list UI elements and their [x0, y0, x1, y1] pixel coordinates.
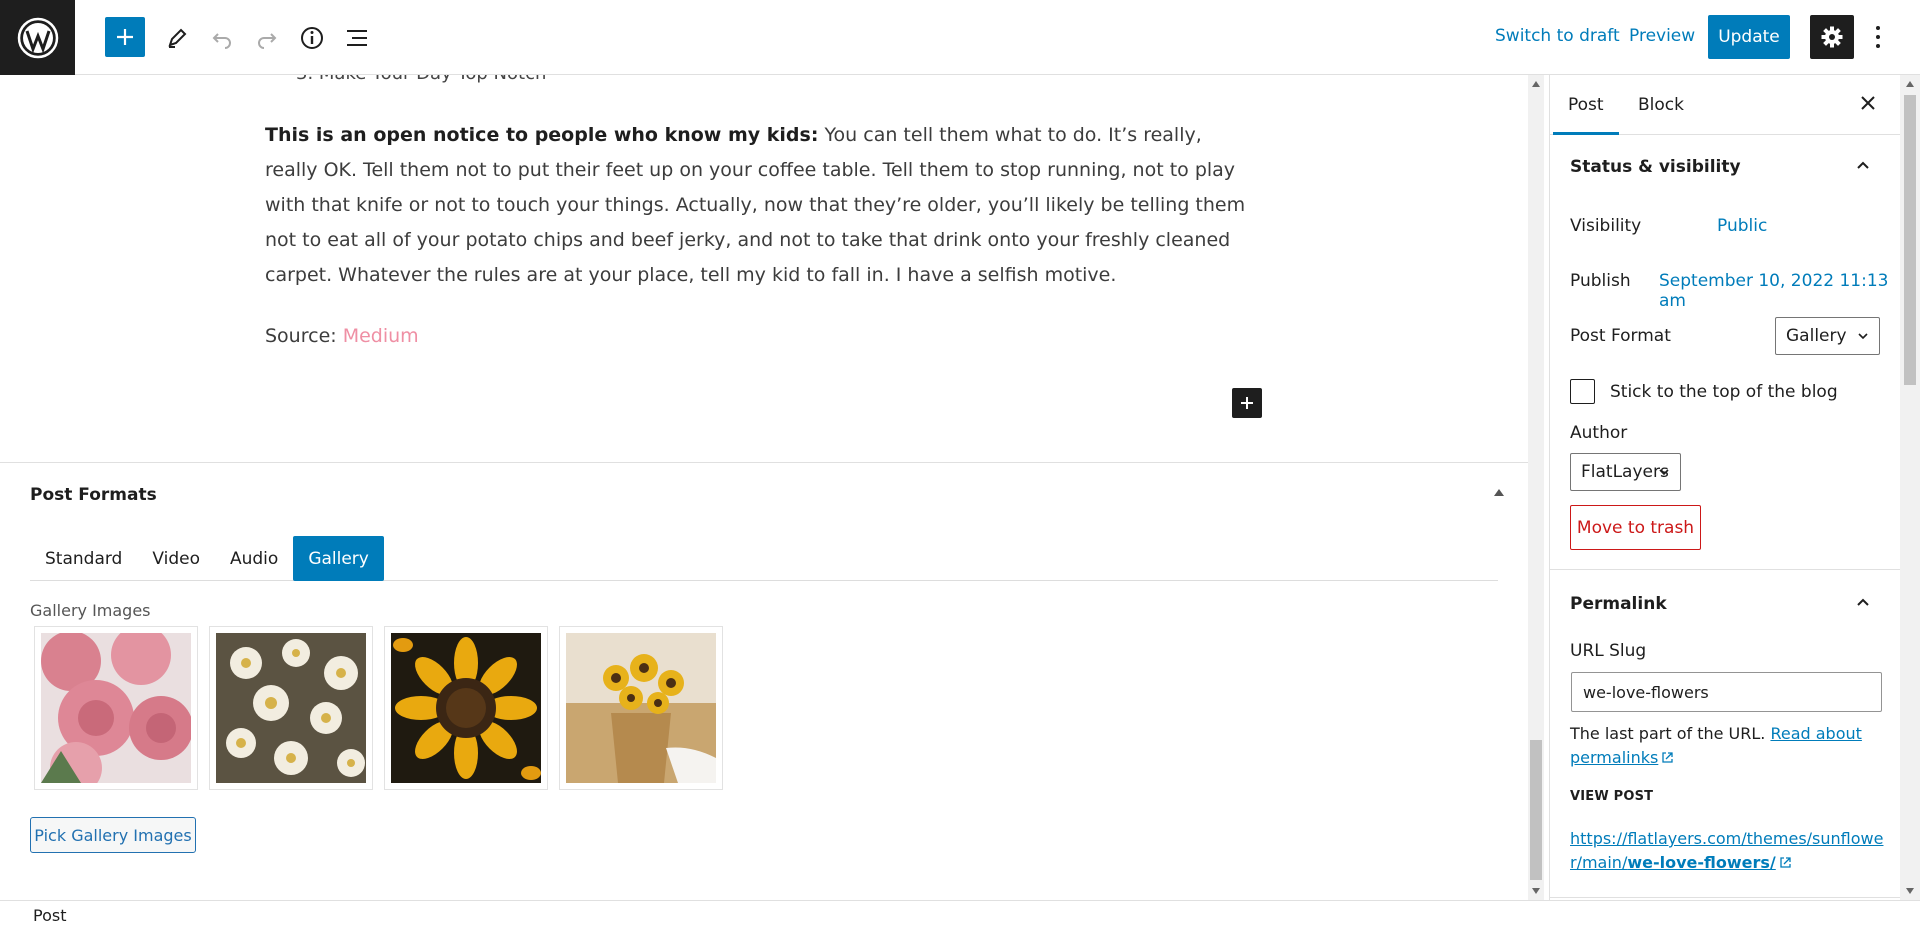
gallery-thumbnail-white-daisies[interactable]	[209, 626, 373, 790]
gallery-thumbnail-pink-roses[interactable]	[34, 626, 198, 790]
chevron-up-icon[interactable]	[1857, 597, 1869, 609]
tab-video[interactable]: Video	[137, 536, 215, 581]
view-post-link[interactable]: https://flatlayers.com/themes/sunflower/…	[1570, 827, 1890, 875]
close-icon	[1861, 96, 1875, 110]
paragraph-bold-lead: This is an open notice to people who kno…	[265, 124, 819, 146]
close-sidebar-button[interactable]	[1856, 91, 1880, 115]
scroll-up-icon[interactable]	[1906, 81, 1914, 87]
publish-label: Publish	[1570, 271, 1631, 291]
source-label: Source:	[265, 325, 343, 347]
editor-scrollbar[interactable]	[1528, 75, 1544, 900]
source-link[interactable]: Medium	[343, 325, 419, 347]
move-to-trash-button[interactable]: Move to trash	[1570, 505, 1701, 550]
add-block-button[interactable]	[105, 17, 145, 57]
undo-icon	[212, 33, 231, 49]
gear-icon	[1821, 26, 1843, 48]
publish-date-toggle[interactable]: September 10, 2022 11:13 am	[1659, 271, 1900, 311]
scroll-up-icon[interactable]	[1532, 81, 1540, 87]
update-button[interactable]: Update	[1708, 15, 1790, 59]
plus-icon	[1241, 397, 1253, 409]
editor-canvas: 3. Make Your Day Top Notch This is an op…	[0, 75, 1528, 462]
sticky-checkbox[interactable]	[1570, 379, 1595, 404]
url-slug-label: URL Slug	[1570, 641, 1647, 661]
gallery-grid	[34, 626, 723, 790]
sunflower-bouquet-image	[566, 633, 716, 783]
source-paragraph[interactable]: Source: Medium	[265, 325, 419, 347]
permalink-help-text: The last part of the URL. Read about per…	[1570, 722, 1890, 770]
author-value: FlatLayers	[1581, 462, 1669, 482]
list-view-button[interactable]	[337, 18, 377, 58]
dot	[1876, 35, 1880, 39]
scroll-down-icon[interactable]	[1532, 888, 1540, 894]
scrollbar-thumb[interactable]	[1904, 95, 1916, 385]
tab-post[interactable]: Post	[1553, 95, 1618, 135]
dot	[1876, 26, 1880, 30]
author-select[interactable]: FlatLayers	[1570, 453, 1681, 491]
tab-gallery[interactable]: Gallery	[293, 536, 384, 581]
status-visibility-panel-title[interactable]: Status & visibility	[1570, 157, 1741, 177]
pick-gallery-images-button[interactable]: Pick Gallery Images	[30, 817, 196, 853]
post-format-label: Post Format	[1570, 326, 1671, 346]
tab-block[interactable]: Block	[1638, 95, 1684, 115]
redo-button[interactable]	[247, 18, 287, 58]
panel-divider	[1550, 897, 1900, 898]
more-options-button[interactable]	[1866, 20, 1890, 54]
settings-button[interactable]	[1810, 15, 1854, 59]
permalink-panel-title[interactable]: Permalink	[1570, 594, 1667, 614]
help-text: The last part of the URL.	[1570, 724, 1771, 743]
panel-divider	[1550, 569, 1900, 570]
visibility-toggle[interactable]: Public	[1717, 216, 1767, 236]
info-icon	[301, 27, 323, 49]
tab-audio[interactable]: Audio	[215, 536, 293, 581]
white-daisies-image	[216, 633, 366, 783]
post-format-tabs: Standard Video Audio Gallery	[30, 536, 1498, 581]
sticky-label[interactable]: Stick to the top of the blog	[1610, 382, 1838, 402]
details-button[interactable]	[292, 18, 332, 58]
pencil-icon	[168, 28, 187, 48]
chevron-down-icon	[1659, 469, 1669, 476]
list-item-clipped[interactable]: 3. Make Your Day Top Notch	[296, 75, 546, 84]
url-slug-bold: we-love-flowers/	[1627, 853, 1776, 872]
collapse-toggle-icon[interactable]	[1494, 489, 1504, 496]
gallery-images-label: Gallery Images	[30, 601, 151, 620]
breadcrumb-post[interactable]: Post	[33, 906, 66, 925]
switch-to-draft-button[interactable]: Switch to draft	[1495, 26, 1620, 46]
sidebar-tabs: Post Block	[1550, 75, 1900, 135]
scroll-down-icon[interactable]	[1906, 888, 1914, 894]
url-slug-value: we-love-flowers	[1583, 682, 1709, 702]
visibility-label: Visibility	[1570, 216, 1642, 236]
post-format-select[interactable]: Gallery	[1775, 317, 1880, 355]
view-post-label: VIEW POST	[1570, 789, 1654, 804]
scrollbar-thumb[interactable]	[1530, 740, 1542, 880]
block-inserter-button[interactable]	[1232, 388, 1262, 418]
gallery-thumbnail-sunflower-bouquet[interactable]	[559, 626, 723, 790]
author-label: Author	[1570, 423, 1628, 443]
chevron-up-icon[interactable]	[1857, 160, 1869, 172]
list-view-icon	[347, 30, 367, 46]
chevron-down-icon	[1858, 333, 1868, 340]
top-toolbar: Switch to draft Preview Update	[0, 0, 1920, 75]
paragraph-text: You can tell them what to do. It’s reall…	[265, 124, 1246, 286]
sunflower-image	[391, 633, 541, 783]
settings-sidebar: Post Block Status & visibility Visibilit…	[1549, 75, 1900, 900]
redo-icon	[258, 33, 277, 49]
tab-standard[interactable]: Standard	[30, 536, 137, 581]
paragraph-block[interactable]: This is an open notice to people who kno…	[265, 118, 1255, 293]
external-link-icon	[1662, 752, 1673, 763]
undo-button[interactable]	[202, 18, 242, 58]
block-breadcrumb-bar: Post	[0, 900, 1920, 928]
edit-tools-button[interactable]	[157, 18, 197, 58]
wordpress-logo-icon[interactable]	[0, 0, 75, 75]
dot	[1876, 44, 1880, 48]
pink-roses-image	[41, 633, 191, 783]
url-slug-input[interactable]: we-love-flowers	[1571, 672, 1882, 712]
plus-icon	[117, 29, 133, 45]
post-formats-metabox: Post Formats Standard Video Audio Galler…	[0, 462, 1528, 900]
preview-button[interactable]: Preview	[1629, 26, 1695, 46]
metabox-title: Post Formats	[30, 485, 157, 505]
gallery-thumbnail-sunflower[interactable]	[384, 626, 548, 790]
post-format-value: Gallery	[1786, 326, 1847, 346]
sidebar-scrollbar[interactable]	[1900, 75, 1920, 900]
external-link-icon	[1780, 857, 1791, 868]
